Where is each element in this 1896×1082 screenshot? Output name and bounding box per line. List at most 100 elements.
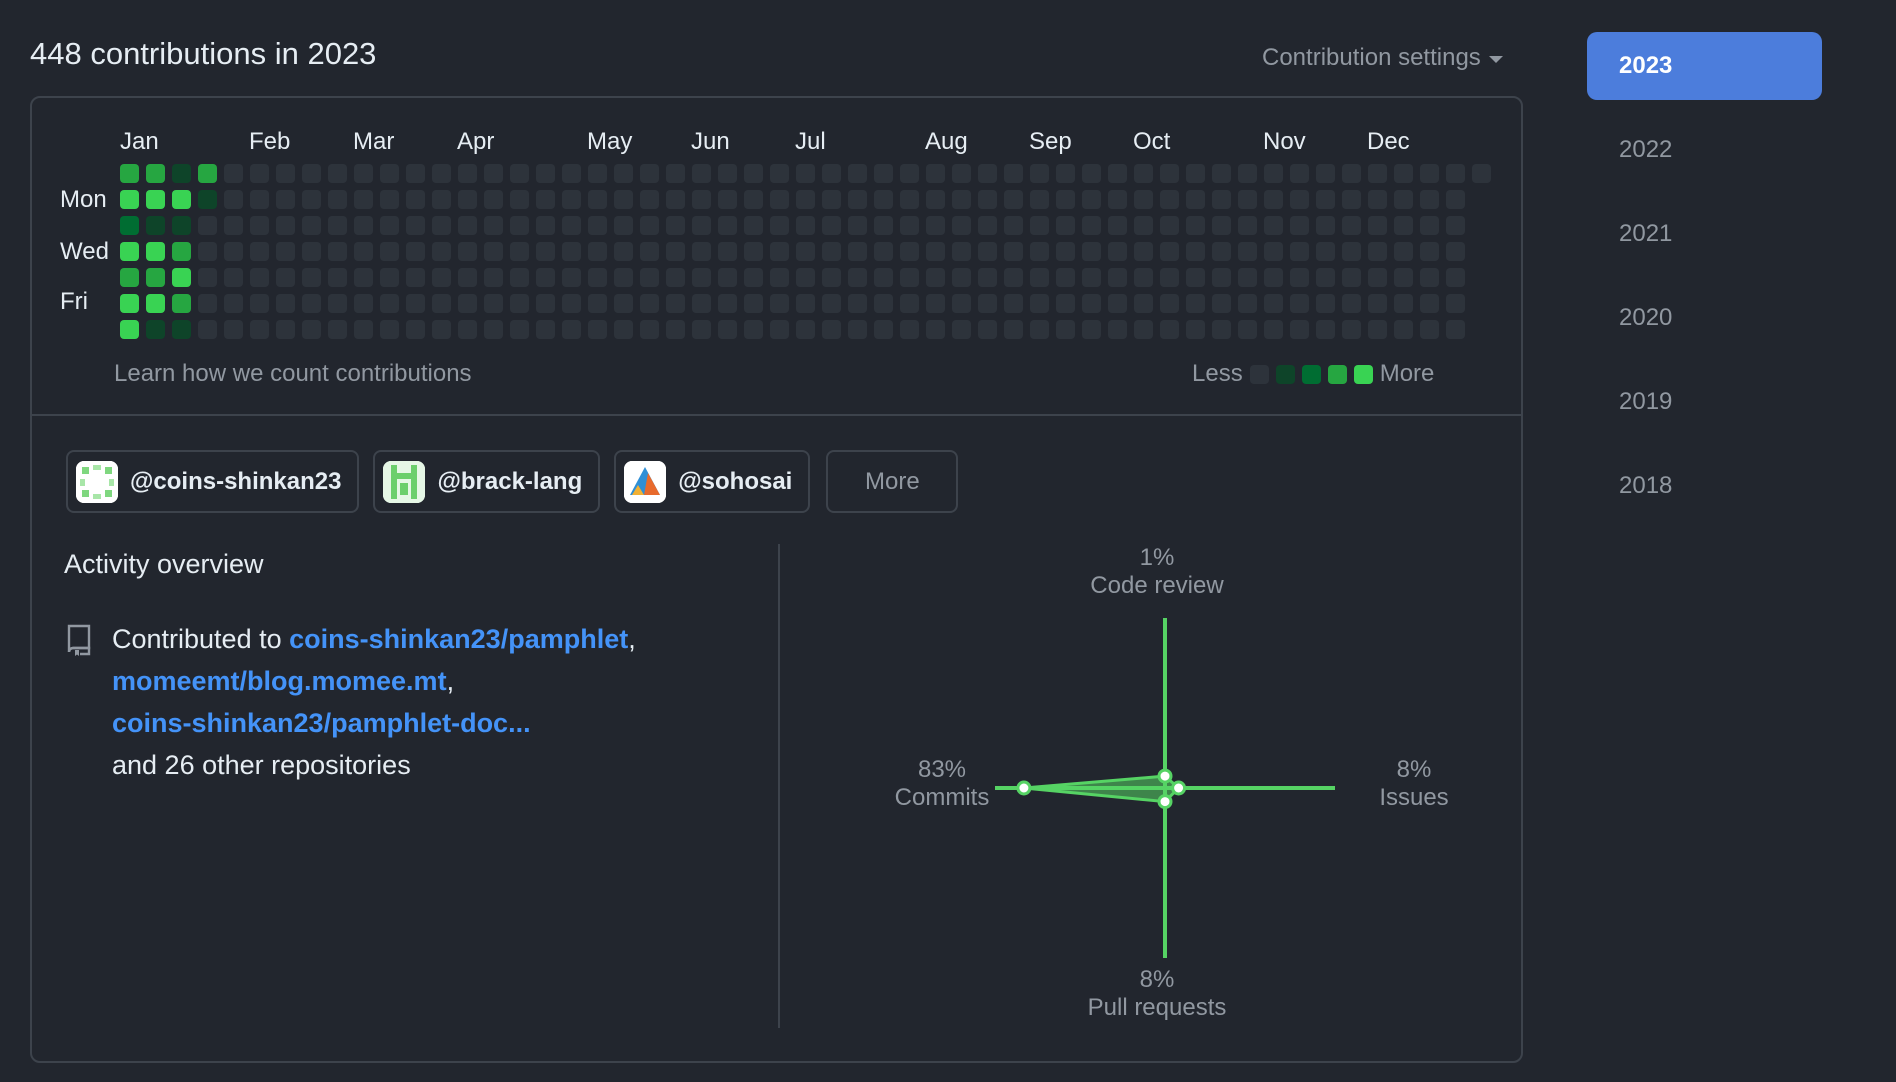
contribution-day-cell[interactable] bbox=[744, 268, 763, 287]
contribution-day-cell[interactable] bbox=[1212, 294, 1231, 313]
contribution-day-cell[interactable] bbox=[1446, 268, 1465, 287]
contribution-day-cell[interactable] bbox=[1420, 216, 1439, 235]
contribution-day-cell[interactable] bbox=[926, 164, 945, 183]
contribution-day-cell[interactable] bbox=[1186, 190, 1205, 209]
contribution-day-cell[interactable] bbox=[1342, 242, 1361, 261]
contribution-day-cell[interactable] bbox=[1212, 190, 1231, 209]
contribution-day-cell[interactable] bbox=[692, 294, 711, 313]
contribution-day-cell[interactable] bbox=[354, 268, 373, 287]
contribution-day-cell[interactable] bbox=[952, 190, 971, 209]
contribution-day-cell[interactable] bbox=[1134, 190, 1153, 209]
contribution-day-cell[interactable] bbox=[302, 216, 321, 235]
contribution-day-cell[interactable] bbox=[926, 190, 945, 209]
contribution-day-cell[interactable] bbox=[250, 294, 269, 313]
contribution-day-cell[interactable] bbox=[666, 216, 685, 235]
contribution-day-cell[interactable] bbox=[484, 242, 503, 261]
contribution-day-cell[interactable] bbox=[354, 190, 373, 209]
contribution-day-cell[interactable] bbox=[1238, 294, 1257, 313]
contribution-day-cell[interactable] bbox=[1004, 320, 1023, 339]
contribution-day-cell[interactable] bbox=[406, 242, 425, 261]
contribution-day-cell[interactable] bbox=[744, 320, 763, 339]
contribution-day-cell[interactable] bbox=[1420, 268, 1439, 287]
contribution-day-cell[interactable] bbox=[146, 190, 165, 209]
contribution-day-cell[interactable] bbox=[1290, 320, 1309, 339]
contribution-day-cell[interactable] bbox=[354, 242, 373, 261]
contribution-day-cell[interactable] bbox=[770, 320, 789, 339]
contribution-day-cell[interactable] bbox=[796, 294, 815, 313]
contribution-day-cell[interactable] bbox=[952, 242, 971, 261]
contribution-day-cell[interactable] bbox=[692, 268, 711, 287]
contribution-day-cell[interactable] bbox=[302, 190, 321, 209]
contribution-day-cell[interactable] bbox=[432, 294, 451, 313]
contribution-day-cell[interactable] bbox=[1290, 216, 1309, 235]
contribution-day-cell[interactable] bbox=[1316, 294, 1335, 313]
contribution-day-cell[interactable] bbox=[1290, 294, 1309, 313]
contribution-day-cell[interactable] bbox=[744, 164, 763, 183]
contribution-day-cell[interactable] bbox=[1160, 242, 1179, 261]
contribution-day-cell[interactable] bbox=[1082, 268, 1101, 287]
contribution-day-cell[interactable] bbox=[718, 242, 737, 261]
contribution-day-cell[interactable] bbox=[484, 190, 503, 209]
contribution-day-cell[interactable] bbox=[796, 164, 815, 183]
contribution-day-cell[interactable] bbox=[250, 320, 269, 339]
contribution-day-cell[interactable] bbox=[120, 190, 139, 209]
contribution-day-cell[interactable] bbox=[484, 216, 503, 235]
contribution-day-cell[interactable] bbox=[1134, 268, 1153, 287]
contribution-day-cell[interactable] bbox=[614, 294, 633, 313]
contribution-day-cell[interactable] bbox=[1342, 164, 1361, 183]
contribution-day-cell[interactable] bbox=[484, 294, 503, 313]
contribution-day-cell[interactable] bbox=[588, 242, 607, 261]
contribution-day-cell[interactable] bbox=[224, 294, 243, 313]
contribution-day-cell[interactable] bbox=[458, 294, 477, 313]
org-filter-coins-shinkan23[interactable]: @coins-shinkan23 bbox=[66, 450, 360, 513]
contribution-day-cell[interactable] bbox=[536, 294, 555, 313]
contribution-day-cell[interactable] bbox=[1446, 320, 1465, 339]
year-link-2022[interactable]: 2022 bbox=[1587, 116, 1822, 184]
contribution-day-cell[interactable] bbox=[666, 320, 685, 339]
contribution-day-cell[interactable] bbox=[562, 190, 581, 209]
contribution-day-cell[interactable] bbox=[978, 320, 997, 339]
contribution-day-cell[interactable] bbox=[926, 242, 945, 261]
contribution-day-cell[interactable] bbox=[406, 190, 425, 209]
contribution-day-cell[interactable] bbox=[744, 294, 763, 313]
contribution-day-cell[interactable] bbox=[510, 294, 529, 313]
contribution-day-cell[interactable] bbox=[1056, 242, 1075, 261]
contribution-day-cell[interactable] bbox=[1082, 294, 1101, 313]
contribution-day-cell[interactable] bbox=[588, 190, 607, 209]
contribution-day-cell[interactable] bbox=[588, 294, 607, 313]
contribution-day-cell[interactable] bbox=[380, 294, 399, 313]
contribution-day-cell[interactable] bbox=[380, 164, 399, 183]
contribution-day-cell[interactable] bbox=[562, 320, 581, 339]
contribution-day-cell[interactable] bbox=[926, 268, 945, 287]
contribution-day-cell[interactable] bbox=[250, 216, 269, 235]
contribution-day-cell[interactable] bbox=[978, 268, 997, 287]
contribution-day-cell[interactable] bbox=[1160, 268, 1179, 287]
contribution-day-cell[interactable] bbox=[328, 320, 347, 339]
contribution-day-cell[interactable] bbox=[146, 268, 165, 287]
contribution-day-cell[interactable] bbox=[874, 242, 893, 261]
contribution-day-cell[interactable] bbox=[1238, 164, 1257, 183]
contribution-day-cell[interactable] bbox=[666, 242, 685, 261]
contribution-day-cell[interactable] bbox=[1186, 242, 1205, 261]
contribution-day-cell[interactable] bbox=[146, 164, 165, 183]
contribution-day-cell[interactable] bbox=[1160, 294, 1179, 313]
contribution-day-cell[interactable] bbox=[640, 294, 659, 313]
contribution-day-cell[interactable] bbox=[1446, 164, 1465, 183]
contribution-day-cell[interactable] bbox=[224, 190, 243, 209]
contribution-day-cell[interactable] bbox=[458, 320, 477, 339]
contribution-day-cell[interactable] bbox=[822, 216, 841, 235]
contribution-day-cell[interactable] bbox=[1004, 242, 1023, 261]
contribution-day-cell[interactable] bbox=[1290, 242, 1309, 261]
contribution-day-cell[interactable] bbox=[484, 268, 503, 287]
contribution-day-cell[interactable] bbox=[1108, 190, 1127, 209]
contribution-day-cell[interactable] bbox=[848, 242, 867, 261]
contribution-day-cell[interactable] bbox=[1420, 320, 1439, 339]
contribution-day-cell[interactable] bbox=[1004, 164, 1023, 183]
contribution-day-cell[interactable] bbox=[978, 164, 997, 183]
year-link-2019[interactable]: 2019 bbox=[1587, 368, 1822, 436]
year-link-2018[interactable]: 2018 bbox=[1587, 452, 1822, 520]
contribution-day-cell[interactable] bbox=[1212, 164, 1231, 183]
contribution-day-cell[interactable] bbox=[614, 216, 633, 235]
contribution-day-cell[interactable] bbox=[458, 216, 477, 235]
contribution-day-cell[interactable] bbox=[1368, 320, 1387, 339]
